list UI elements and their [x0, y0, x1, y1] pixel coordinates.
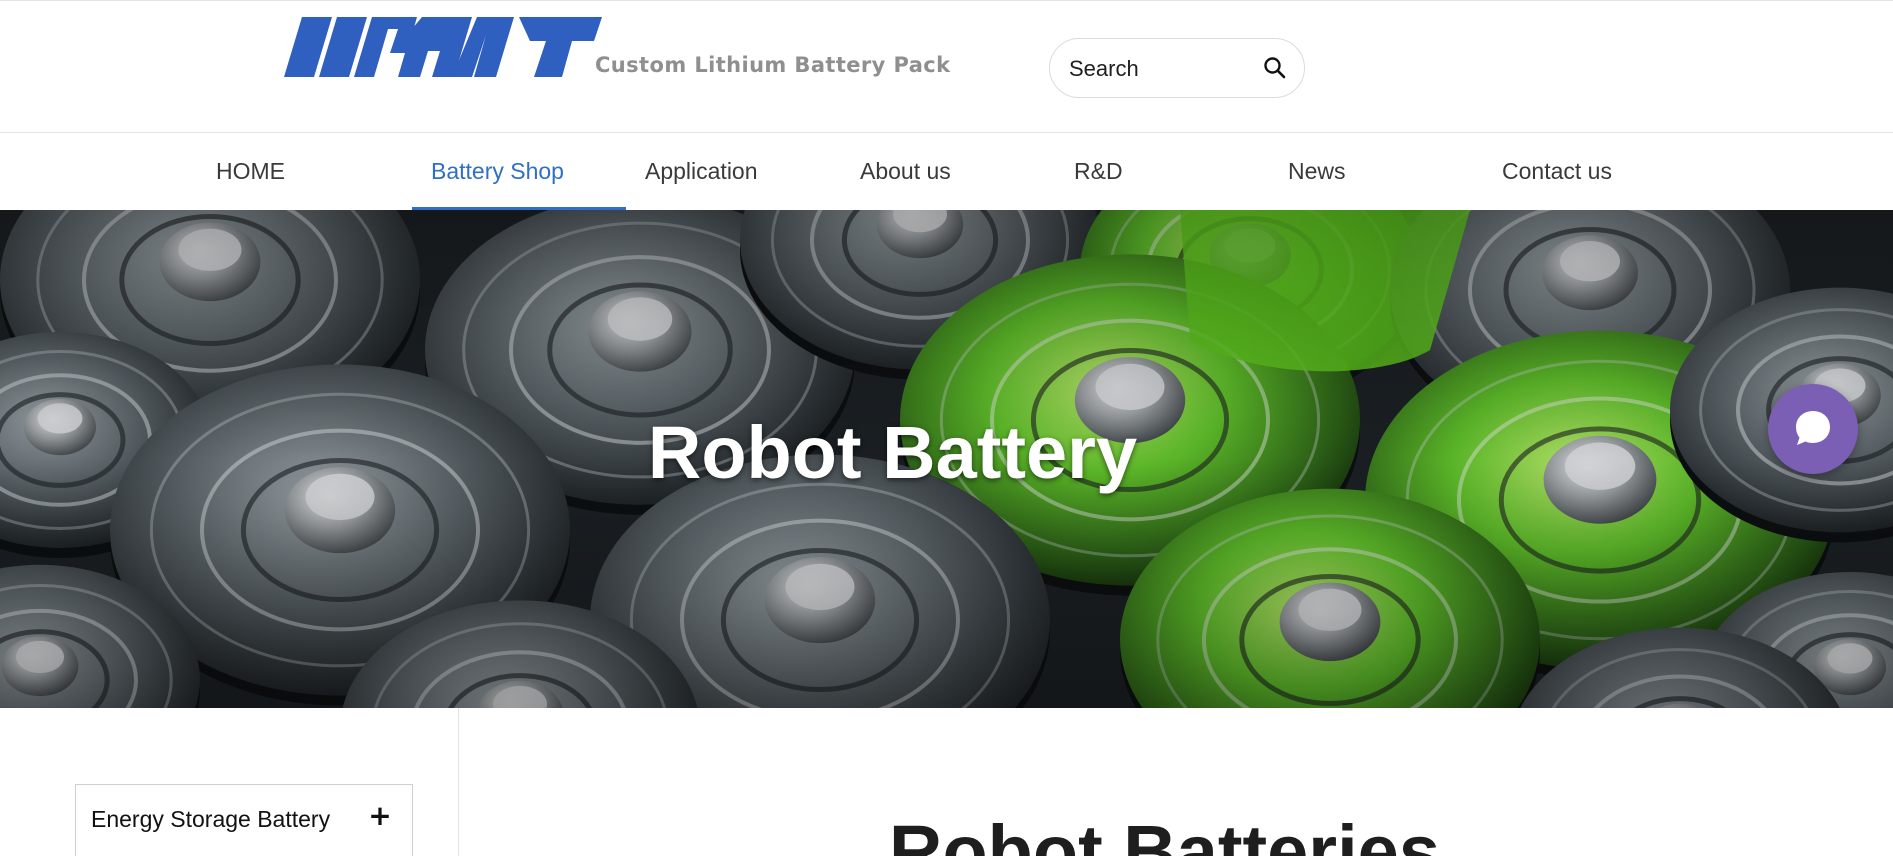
nav-item-rd[interactable]: R&D — [1074, 133, 1123, 210]
site-header: Custom Lithium Battery Pack — [0, 0, 1893, 133]
nav-item-battery-shop[interactable]: Battery Shop — [431, 133, 564, 210]
hero-title: Robot Battery — [647, 411, 1138, 494]
nav-item-application[interactable]: Application — [645, 133, 758, 210]
hero-banner: Robot Battery — [0, 210, 1893, 708]
page: Custom Lithium Battery Pack HOME Battery… — [0, 0, 1893, 856]
search-icon[interactable] — [1262, 55, 1288, 81]
nav-item-home[interactable]: HOME — [216, 133, 285, 210]
nav-item-about-us[interactable]: About us — [860, 133, 951, 210]
chat-button[interactable] — [1768, 384, 1858, 474]
chat-bubble-icon — [1796, 411, 1830, 445]
nav-item-news[interactable]: News — [1288, 133, 1346, 210]
main-heading: Robot Batteries — [889, 810, 1440, 856]
search-input[interactable] — [1067, 51, 1251, 87]
nav-item-contact-us[interactable]: Contact us — [1502, 133, 1612, 210]
logo[interactable]: Custom Lithium Battery Pack — [282, 17, 950, 79]
main-nav: HOME Battery Shop Application About us R… — [0, 133, 1893, 210]
search-box[interactable] — [1049, 38, 1305, 98]
logo-tagline: Custom Lithium Battery Pack — [595, 53, 951, 77]
many-logo-mark — [284, 17, 602, 77]
